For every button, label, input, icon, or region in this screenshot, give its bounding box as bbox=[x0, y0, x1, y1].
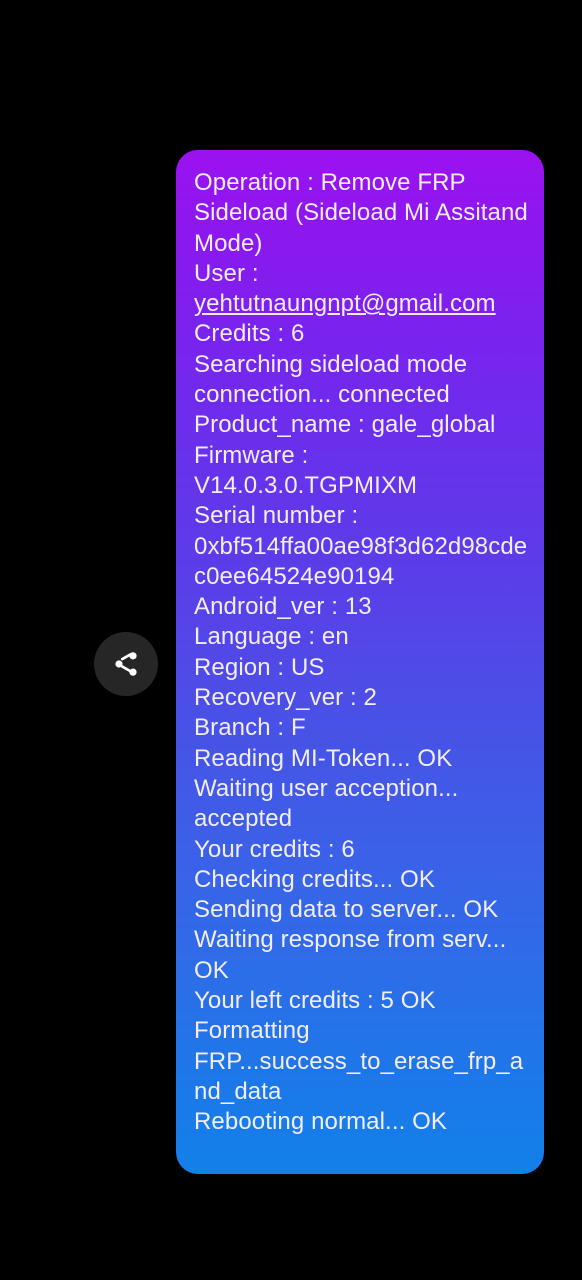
log-line: Checking credits... OK bbox=[194, 865, 435, 893]
log-line: Firmware : bbox=[194, 441, 309, 469]
log-line: Recovery_ver : 2 bbox=[194, 684, 378, 712]
screen-root: Operation : Remove FRP Sideload (Sideloa… bbox=[0, 0, 582, 1280]
log-line: Product_name : gale_global bbox=[194, 411, 496, 439]
log-line: Serial number : bbox=[194, 502, 359, 530]
log-line: Reading MI-Token... OK bbox=[194, 744, 453, 772]
log-line: Waiting user acception... accepted bbox=[194, 774, 466, 833]
log-line: Region : US bbox=[194, 653, 325, 681]
operation-log-card: Operation : Remove FRP Sideload (Sideloa… bbox=[176, 150, 544, 1174]
log-line: Rebooting normal... OK bbox=[194, 1108, 447, 1136]
log-line: Operation : Remove FRP Sideload (Sideloa… bbox=[194, 169, 535, 257]
log-line: Formatting FRP...success_to_erase_frp_an… bbox=[194, 1017, 524, 1105]
log-line: 0xbf514ffa00ae98f3d62d98cdec0ee64524e901… bbox=[194, 532, 528, 590]
log-line: Credits : 6 bbox=[194, 320, 305, 348]
log-line: Android_ver : 13 bbox=[194, 593, 372, 621]
log-line: Sending data to server... OK bbox=[194, 896, 499, 924]
log-line: V14.0.3.0.TGPMIXM bbox=[194, 471, 418, 499]
log-line: Your credits : 6 bbox=[194, 835, 355, 863]
log-line: Waiting response from serv... OK bbox=[194, 926, 514, 984]
log-line-link[interactable]: yehtutnaungnpt@gmail.com bbox=[194, 289, 528, 319]
log-line: Language : en bbox=[194, 623, 349, 651]
share-button[interactable] bbox=[94, 632, 158, 696]
log-line: Searching sideload mode connection... co… bbox=[194, 350, 474, 409]
share-icon bbox=[112, 650, 140, 678]
log-line: Branch : F bbox=[194, 714, 306, 742]
log-line-list: Operation : Remove FRP Sideload (Sideloa… bbox=[194, 168, 528, 1138]
log-line: Your left credits : 5 OK bbox=[194, 987, 436, 1015]
log-line: User : bbox=[194, 259, 259, 287]
